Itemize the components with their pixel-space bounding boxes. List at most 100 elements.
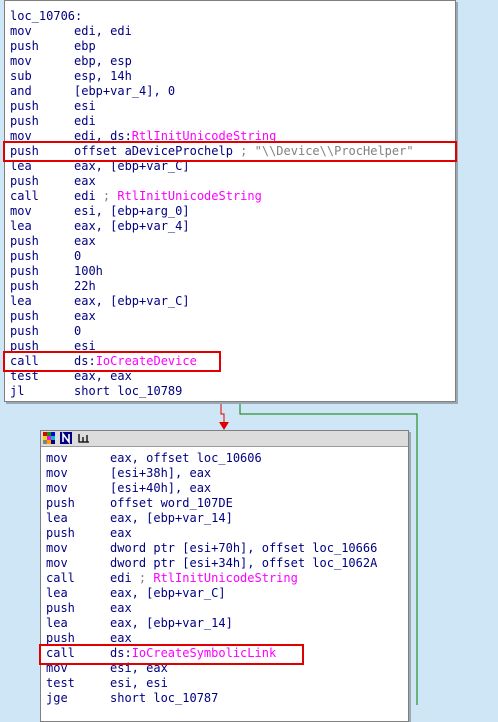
instruction-line[interactable]: call ds:IoCreateDevice xyxy=(10,354,414,369)
instruction-line[interactable]: lea eax, [ebp+var_C] xyxy=(46,586,377,601)
mnemonic: push xyxy=(10,234,39,248)
instruction-line[interactable]: mov dword ptr [esi+70h], offset loc_10666 xyxy=(46,541,377,556)
instruction-line[interactable]: and [ebp+var_4], 0 xyxy=(10,84,414,99)
operands: edi, edi xyxy=(74,24,132,38)
mnemonic: lea xyxy=(10,219,32,233)
instruction-line[interactable]: mov eax, offset loc_10606 xyxy=(46,451,377,466)
instruction-line[interactable]: mov [esi+38h], eax xyxy=(46,466,377,481)
mnemonic: push xyxy=(10,279,39,293)
symbol-name[interactable]: RtlInitUnicodeString xyxy=(153,571,298,585)
symbol-name[interactable]: RtlInitUnicodeString xyxy=(132,129,277,143)
symbol-name[interactable]: IoCreateSymbolicLink xyxy=(132,646,277,660)
operands: 0 xyxy=(74,324,82,338)
operands: ebp, esp xyxy=(74,54,132,68)
instruction-line[interactable]: lea eax, [ebp+var_C] xyxy=(10,159,414,174)
symbol-name[interactable]: IoCreateDevice xyxy=(96,354,197,368)
instruction-line[interactable]: jge short loc_10787 xyxy=(46,691,377,706)
mnemonic: push xyxy=(10,114,39,128)
instruction-line[interactable]: call edi ; RtlInitUnicodeString xyxy=(46,571,377,586)
mnemonic: test xyxy=(10,369,39,383)
instruction-line[interactable]: mov dword ptr [esi+34h], offset loc_1062A xyxy=(46,556,377,571)
code-block-2[interactable]: mov eax, offset loc_10606 mov [esi+38h], ea… xyxy=(40,430,409,722)
operands: edi xyxy=(74,114,96,128)
instruction-line[interactable]: push 22h xyxy=(10,279,414,294)
mnemonic: mov xyxy=(10,204,32,218)
mnemonic: jl xyxy=(10,384,25,398)
instruction-line[interactable]: push edi xyxy=(10,114,414,129)
instruction-line[interactable]: push eax xyxy=(46,526,377,541)
instruction-line[interactable]: push 100h xyxy=(10,264,414,279)
mnemonic: push xyxy=(10,309,39,323)
mnemonic: push xyxy=(46,496,75,510)
operands: esi, [ebp+arg_0] xyxy=(74,204,190,218)
instruction-line[interactable]: push eax xyxy=(46,631,377,646)
instruction-line[interactable]: test eax, eax xyxy=(10,369,414,384)
symbol-name[interactable]: RtlInitUnicodeString xyxy=(117,189,262,203)
mnemonic: jge xyxy=(46,691,68,705)
operands: 100h xyxy=(74,264,103,278)
instruction-line[interactable]: push 0 xyxy=(10,249,414,264)
operands: ds: xyxy=(110,646,132,660)
operands: 0 xyxy=(74,249,82,263)
operands: eax, [ebp+var_4] xyxy=(74,219,190,233)
instruction-line[interactable]: mov ebp, esp xyxy=(10,54,414,69)
instruction-line[interactable]: push eax xyxy=(10,174,414,189)
instruction-line[interactable]: push offset aDeviceProchelp ; "\\Device\\… xyxy=(10,144,414,159)
code-block-loc-10706[interactable]: loc_10706: mov edi, edi push ebp mov ebp, esp… xyxy=(4,0,456,402)
instruction-line[interactable]: mov esi, [ebp+arg_0] xyxy=(10,204,414,219)
mnemonic: push xyxy=(10,174,39,188)
instruction-line[interactable]: test esi, esi xyxy=(46,676,377,691)
operands: offset aDeviceProchelp xyxy=(74,144,241,158)
instruction-line[interactable]: mov edi, ds:RtlInitUnicodeString xyxy=(10,129,414,144)
operands: 22h xyxy=(74,279,96,293)
operands: dword ptr [esi+70h], offset loc_10666 xyxy=(110,541,378,555)
block-label[interactable]: loc_10706: xyxy=(10,9,414,24)
graph-overview-icon[interactable] xyxy=(77,432,91,444)
mnemonic: and xyxy=(10,84,32,98)
operands: eax xyxy=(74,309,96,323)
string-literal: "\\Device\\ProcHelper" xyxy=(254,144,414,158)
operands: [esi+38h], eax xyxy=(110,466,212,480)
mnemonic: lea xyxy=(46,511,68,525)
graph-n-icon[interactable] xyxy=(60,432,72,444)
mnemonic: lea xyxy=(46,586,68,600)
color-palette-icon[interactable] xyxy=(43,432,56,444)
mnemonic: push xyxy=(10,144,39,158)
instruction-line[interactable]: lea eax, [ebp+var_C] xyxy=(10,294,414,309)
instruction-line[interactable]: push offset word_107DE xyxy=(46,496,377,511)
operands: esi, eax xyxy=(110,661,168,675)
instruction-line[interactable]: sub esp, 14h xyxy=(10,69,414,84)
instruction-line[interactable]: push esi xyxy=(10,339,414,354)
instruction-line[interactable]: mov esi, eax xyxy=(46,661,377,676)
instruction-line[interactable]: lea eax, [ebp+var_4] xyxy=(10,219,414,234)
mnemonic: push xyxy=(10,339,39,353)
mnemonic: mov xyxy=(46,661,68,675)
instruction-line[interactable]: lea eax, [ebp+var_14] xyxy=(46,511,377,526)
instruction-line[interactable]: lea eax, [ebp+var_14] xyxy=(46,616,377,631)
operands: eax xyxy=(74,174,96,188)
mnemonic: test xyxy=(46,676,75,690)
instruction-line[interactable]: jl short loc_10789 xyxy=(10,384,414,399)
instruction-line[interactable]: push eax xyxy=(46,601,377,616)
mnemonic: mov xyxy=(46,541,68,555)
instruction-line[interactable]: push ebp xyxy=(10,39,414,54)
operands: offset word_107DE xyxy=(110,496,233,510)
instruction-line[interactable]: mov edi, edi xyxy=(10,24,414,39)
instruction-line[interactable]: push eax xyxy=(10,234,414,249)
mnemonic: push xyxy=(46,526,75,540)
mnemonic: call xyxy=(46,571,75,585)
mnemonic: call xyxy=(46,646,75,660)
operands: short loc_10789 xyxy=(74,384,183,398)
operands: eax, [ebp+var_C] xyxy=(74,159,190,173)
instruction-line[interactable]: call edi ; RtlInitUnicodeString xyxy=(10,189,414,204)
instruction-line[interactable]: push esi xyxy=(10,99,414,114)
comment-marker: ; xyxy=(240,144,255,158)
mnemonic: mov xyxy=(46,556,68,570)
instruction-line[interactable]: call ds:IoCreateSymbolicLink xyxy=(46,646,377,661)
instruction-line[interactable]: push 0 xyxy=(10,324,414,339)
instruction-line[interactable]: push eax xyxy=(10,309,414,324)
operands: ebp xyxy=(74,39,96,53)
comment-marker: ; xyxy=(102,189,118,203)
mnemonic: push xyxy=(10,264,39,278)
instruction-line[interactable]: mov [esi+40h], eax xyxy=(46,481,377,496)
